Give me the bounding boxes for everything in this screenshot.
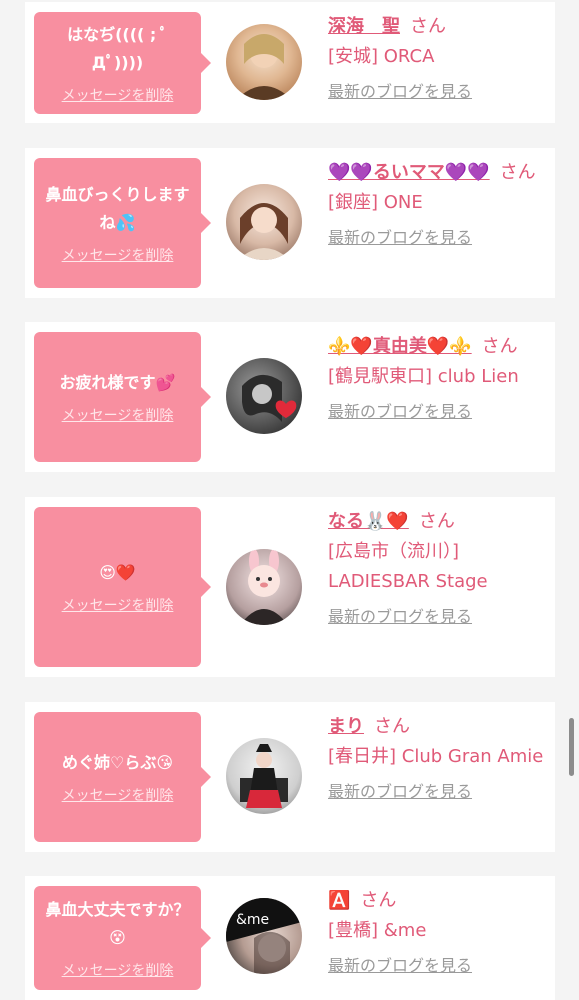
message-text: 😍❤️ (99, 563, 136, 582)
latest-blog-link[interactable]: 最新のブログを見る (328, 226, 472, 250)
latest-blog-link[interactable]: 最新のブログを見る (328, 400, 472, 424)
delete-message-link[interactable]: メッセージを削除 (62, 960, 174, 980)
message-text: 鼻血大丈夫ですか？😵 (45, 900, 190, 947)
delete-message-link[interactable]: メッセージを削除 (62, 595, 174, 615)
honorific: さん (360, 890, 397, 911)
delete-message-link[interactable]: メッセージを削除 (62, 785, 174, 805)
avatar[interactable]: &me (226, 898, 302, 974)
delete-message-link[interactable]: メッセージを削除 (62, 405, 174, 425)
avatar-image: &me (226, 898, 302, 974)
user-info: なる🐰❤️ さん [広島市（流川）] LADIESBAR Stage 最新のブログ… (328, 507, 553, 629)
message-text: はなぢ(((( ; ﾟДﾟ)))) (67, 25, 168, 72)
user-name-link[interactable]: まり (328, 716, 364, 737)
avatar-label: &me (236, 912, 269, 928)
shop-name: [春日井] Club Gran Amie (328, 746, 544, 767)
avatar[interactable] (226, 738, 302, 814)
latest-blog-link[interactable]: 最新のブログを見る (328, 954, 472, 978)
honorific: さん (410, 16, 446, 37)
message-card: お疲れ様です💕 メッセージを削除 ⚜️❤️真由美❤️⚜️ さん [鶴見駅東口] c… (25, 322, 555, 472)
avatar[interactable] (226, 549, 302, 625)
user-name-link[interactable]: 💜💜るいママ💜💜 (328, 162, 490, 183)
scrollbar-thumb[interactable] (569, 718, 574, 776)
message-text: めぐ姉♡らぶ😘 (61, 753, 174, 772)
honorific: さん (481, 336, 518, 357)
message-bubble: 鼻血びっくりしますね💦 メッセージを削除 (34, 158, 211, 288)
avatar[interactable] (226, 358, 302, 434)
avatar-image (238, 203, 290, 260)
user-info: 🅰️ さん [豊橋] &me 最新のブログを見る (328, 886, 553, 978)
user-name-link[interactable]: 深海 聖 (328, 16, 400, 37)
message-card: 😍❤️ メッセージを削除 なる🐰❤️ さん [広島市（流川）] LADIESBAR… (25, 497, 555, 677)
shop-name: [豊橋] &me (328, 920, 427, 941)
delete-message-link[interactable]: メッセージを削除 (62, 85, 174, 105)
user-info: まり さん [春日井] Club Gran Amie 最新のブログを見る (328, 712, 553, 804)
avatar-image (240, 744, 288, 808)
message-text: 鼻血びっくりしますね💦 (45, 185, 190, 232)
latest-blog-link[interactable]: 最新のブログを見る (328, 780, 472, 804)
user-name-link[interactable]: 🅰️ (328, 890, 350, 911)
message-bubble: めぐ姉♡らぶ😘 メッセージを削除 (34, 712, 211, 842)
user-name-link[interactable]: なる🐰❤️ (328, 511, 409, 532)
user-info: 💜💜るいママ💜💜 さん [銀座] ONE 最新のブログを見る (328, 158, 553, 250)
message-bubble: 鼻血大丈夫ですか？😵 メッセージを削除 (34, 886, 211, 990)
user-name-link[interactable]: ⚜️❤️真由美❤️⚜️ (328, 336, 472, 357)
shop-name: [安城] ORCA (328, 46, 435, 67)
avatar-image (236, 34, 292, 100)
message-card: 鼻血大丈夫ですか？😵 メッセージを削除 &me 🅰️ さん [豊橋] &me 最新… (25, 876, 555, 1000)
user-info: ⚜️❤️真由美❤️⚜️ さん [鶴見駅東口] club Lien 最新のブログを見… (328, 332, 553, 424)
avatar[interactable] (226, 184, 302, 260)
message-card: めぐ姉♡らぶ😘 メッセージを削除 まり さん [春日井] Club Gran Am… (25, 702, 555, 852)
message-bubble: 😍❤️ メッセージを削除 (34, 507, 211, 667)
honorific: さん (418, 511, 455, 532)
avatar-image (242, 374, 297, 422)
delete-message-link[interactable]: メッセージを削除 (62, 245, 174, 265)
message-bubble: お疲れ様です💕 メッセージを削除 (34, 332, 211, 462)
latest-blog-link[interactable]: 最新のブログを見る (328, 80, 472, 104)
message-card: はなぢ(((( ; ﾟДﾟ)))) メッセージを削除 深海 聖さん [安城] O… (25, 2, 555, 123)
message-bubble: はなぢ(((( ; ﾟДﾟ)))) メッセージを削除 (34, 12, 211, 114)
shop-name: [広島市（流川）] LADIESBAR Stage (328, 541, 488, 592)
honorific: さん (374, 716, 410, 737)
avatar-image (240, 549, 288, 625)
message-text: お疲れ様です💕 (59, 373, 176, 392)
avatar[interactable] (226, 24, 302, 100)
user-info: 深海 聖さん [安城] ORCA 最新のブログを見る (328, 12, 553, 104)
shop-name: [銀座] ONE (328, 192, 423, 213)
shop-name: [鶴見駅東口] club Lien (328, 366, 519, 387)
honorific: さん (499, 162, 536, 183)
latest-blog-link[interactable]: 最新のブログを見る (328, 605, 472, 629)
message-card: 鼻血びっくりしますね💦 メッセージを削除 💜💜るいママ💜💜 さん [銀座] ONE… (25, 148, 555, 298)
